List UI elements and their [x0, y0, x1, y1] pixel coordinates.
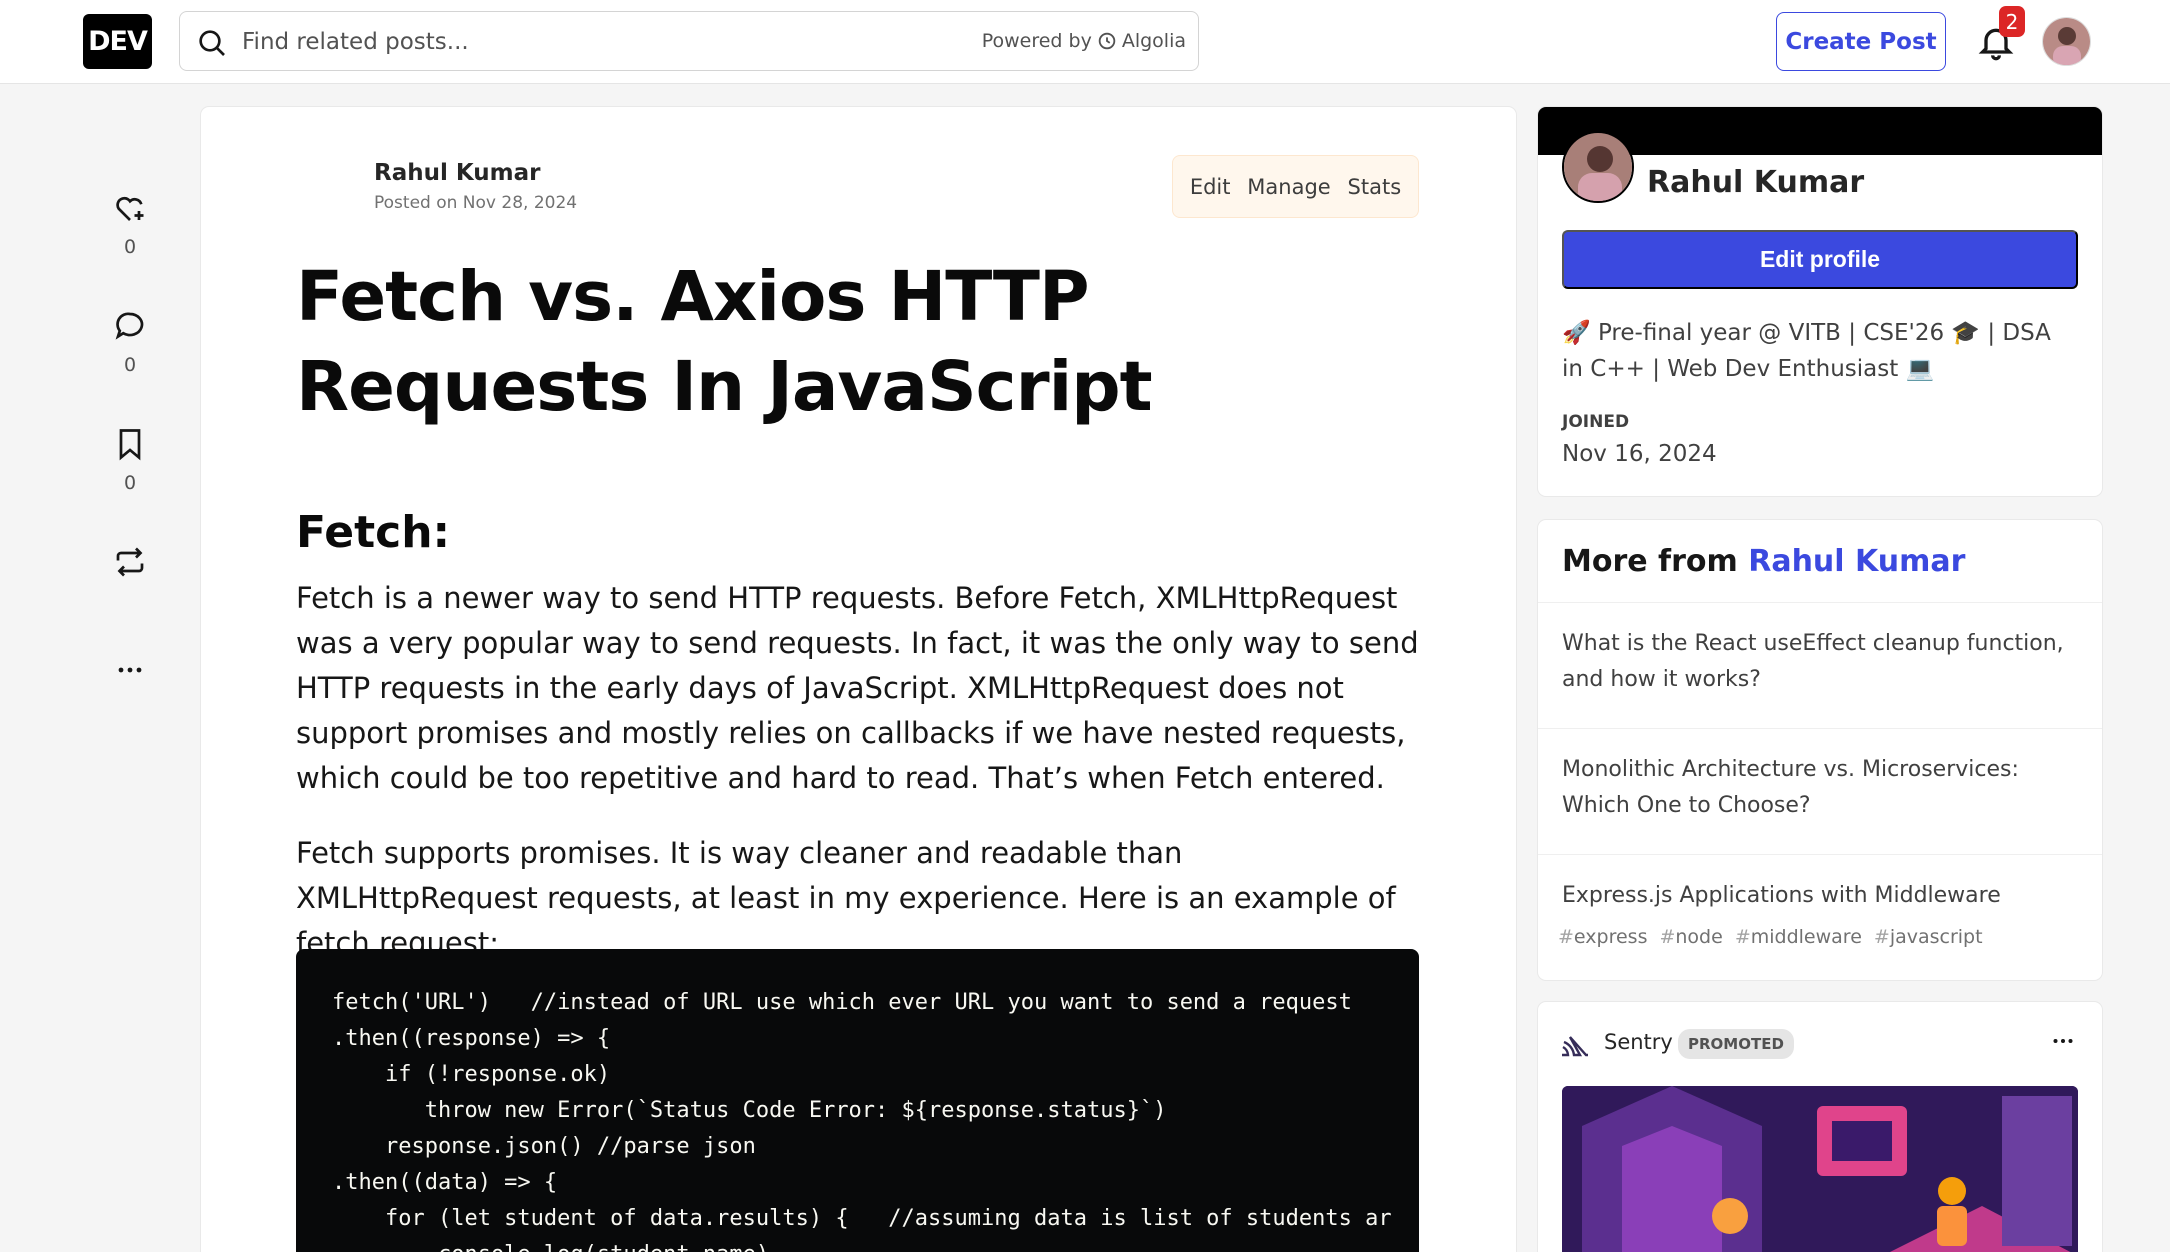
- section-heading: Fetch:: [296, 507, 451, 558]
- joined-label: JOINED: [1562, 412, 1630, 432]
- tag-javascript[interactable]: #javascript: [1874, 926, 1983, 948]
- search-box[interactable]: Powered by Algolia: [179, 11, 1199, 71]
- profile-bio: 🚀 Pre-final year @ VITB | CSE'26 🎓 | DSA…: [1562, 320, 2051, 382]
- heart-plus-icon: [116, 196, 144, 221]
- avatar-image: [2043, 18, 2090, 65]
- promo-illustration[interactable]: [1562, 1086, 2078, 1252]
- edit-link[interactable]: Edit: [1190, 175, 1231, 199]
- tag-node[interactable]: #node: [1659, 926, 1722, 948]
- article-paragraph: Fetch is a newer way to send HTTP reques…: [296, 581, 1419, 795]
- divider: [1538, 854, 2102, 855]
- promo-brand[interactable]: Sentry: [1604, 1030, 1673, 1054]
- more-actions[interactable]: [100, 652, 160, 688]
- promoted-badge: PROMOTED: [1678, 1029, 1794, 1059]
- related-post-tags: #express #node #middleware #javascript: [1558, 926, 1983, 948]
- repost-icon: [116, 547, 144, 577]
- promoted-card: Sentry PROMOTED: [1538, 1002, 2102, 1252]
- more-horizontal-icon: [118, 667, 142, 673]
- manage-link[interactable]: Manage: [1247, 175, 1330, 199]
- share-action[interactable]: [100, 544, 160, 580]
- sentry-logo-icon: [1562, 1036, 1588, 1057]
- related-post-link[interactable]: What is the React useEffect cleanup func…: [1562, 626, 2082, 698]
- more-horizontal-icon[interactable]: [2048, 1026, 2078, 1056]
- article-title: Fetch vs. Axios HTTP Requests In JavaScr…: [296, 257, 1153, 427]
- author-name[interactable]: Rahul Kumar: [374, 160, 541, 186]
- like-count: 0: [123, 236, 137, 258]
- algolia-icon: [1098, 32, 1116, 50]
- bookmark-action[interactable]: 0: [100, 426, 160, 494]
- like-action[interactable]: 0: [100, 190, 160, 258]
- code-block: fetch('URL') //instead of URL use which …: [296, 949, 1419, 1252]
- more-from-heading: More from Rahul Kumar: [1562, 544, 1965, 579]
- more-from-author-card: More from Rahul Kumar What is the React …: [1538, 520, 2102, 980]
- author-profile-card: Rahul Kumar Edit profile 🚀 Pre-final yea…: [1538, 107, 2102, 496]
- divider: [1538, 602, 2102, 603]
- algolia-brand: Algolia: [1121, 30, 1186, 52]
- notification-count-badge: 2: [1999, 6, 2025, 37]
- bookmark-count: 0: [123, 472, 137, 494]
- tag-middleware[interactable]: #middleware: [1735, 926, 1862, 948]
- joined-date: Nov 16, 2024: [1562, 441, 1717, 467]
- post-date: Posted on Nov 28, 2024: [374, 193, 578, 213]
- tag-express[interactable]: #express: [1558, 926, 1647, 948]
- related-post-link[interactable]: Express.js Applications with Middleware: [1562, 878, 2082, 914]
- article-paragraph: Fetch supports promises. It is way clean…: [296, 836, 1396, 960]
- profile-avatar-image: [1564, 133, 1632, 201]
- more-from-author-link[interactable]: Rahul Kumar: [1748, 544, 1965, 579]
- divider: [1538, 728, 2102, 729]
- profile-name[interactable]: Rahul Kumar: [1647, 165, 1864, 200]
- bookmark-icon: [119, 429, 141, 461]
- code-content: fetch('URL') //instead of URL use which …: [332, 990, 1392, 1252]
- comment-icon: [115, 312, 144, 340]
- search-icon: [199, 30, 225, 56]
- top-navigation-bar: DEV Powered by Algolia Create Post 2: [0, 0, 2170, 84]
- more-from-prefix: More from: [1562, 544, 1738, 579]
- powered-by-label: Powered by: [981, 30, 1092, 52]
- edit-profile-button[interactable]: Edit profile: [1562, 230, 2078, 289]
- comment-count: 0: [123, 354, 137, 376]
- user-avatar[interactable]: [2042, 17, 2091, 66]
- create-post-button[interactable]: Create Post: [1776, 12, 1946, 71]
- dev-logo[interactable]: DEV: [83, 14, 152, 69]
- search-input[interactable]: [242, 22, 942, 62]
- author-actions-box: Edit Manage Stats: [1172, 155, 1419, 218]
- promo-illustration-art: [1562, 1086, 2078, 1252]
- powered-by-algolia[interactable]: Powered by Algolia: [982, 30, 1186, 52]
- author-avatar[interactable]: [307, 160, 359, 212]
- stats-link[interactable]: Stats: [1348, 175, 1402, 199]
- related-post-link[interactable]: Monolithic Architecture vs. Microservice…: [1562, 752, 2082, 824]
- comment-action[interactable]: 0: [100, 308, 160, 376]
- profile-avatar[interactable]: [1562, 131, 1634, 203]
